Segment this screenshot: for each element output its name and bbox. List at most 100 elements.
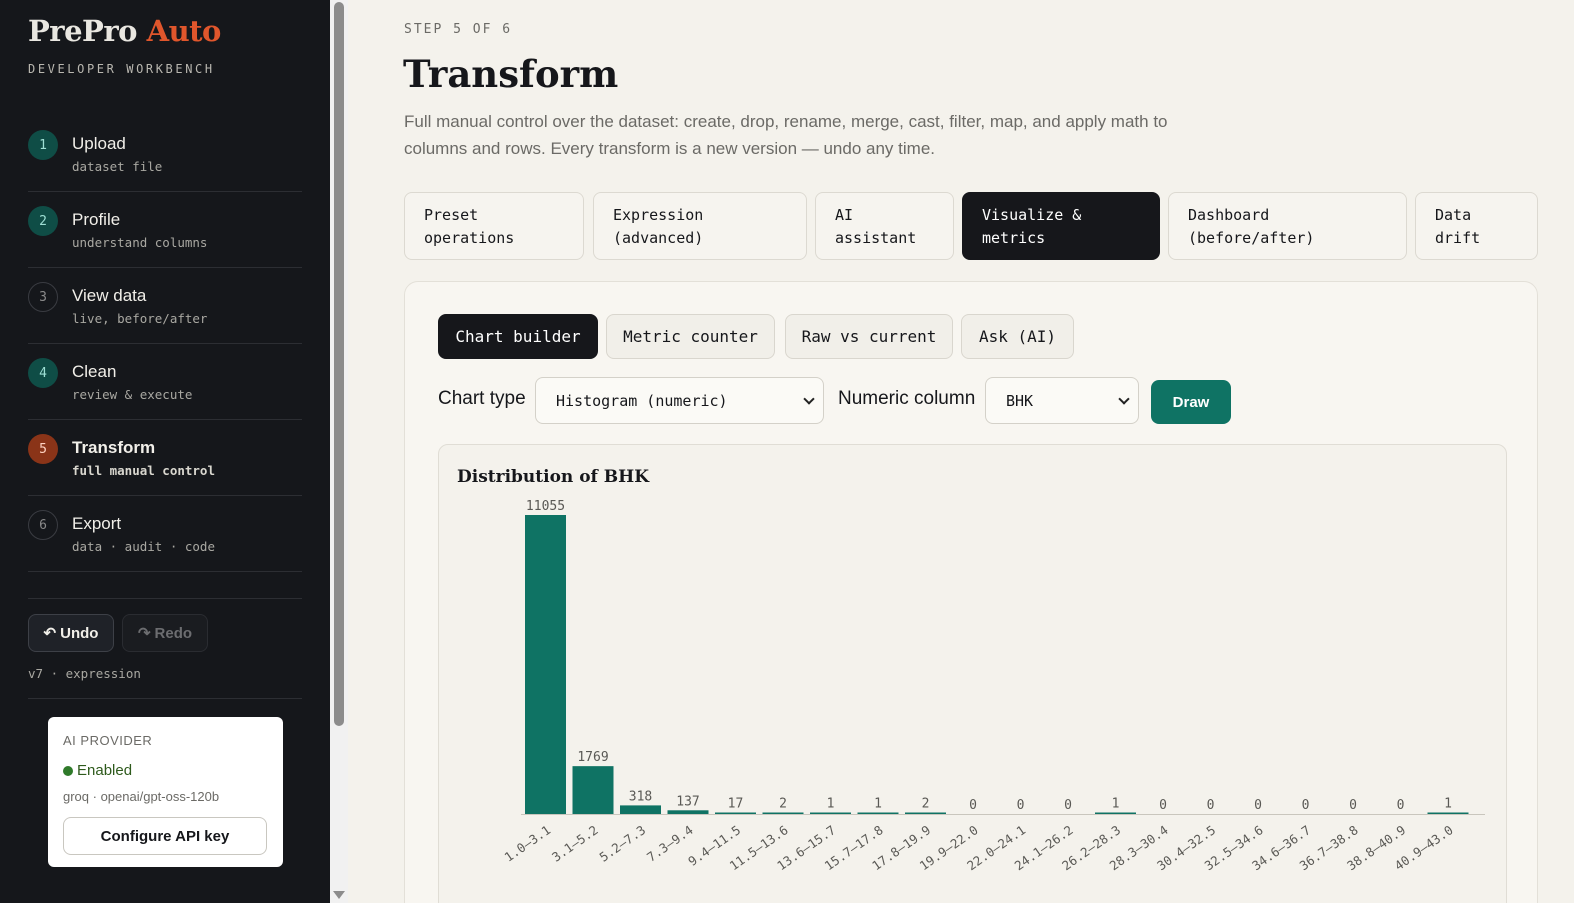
bar-value-label: 0 — [1254, 798, 1262, 813]
x-tick-label: 3.1–5.2 — [549, 822, 601, 865]
step-title: Transform — [72, 438, 156, 457]
ai-status: Enabled — [63, 762, 132, 779]
numeric-column-value: BHK — [1006, 391, 1034, 410]
histogram-bar — [905, 812, 946, 814]
page-description: Full manual control over the dataset: cr… — [404, 112, 1168, 158]
sidebar-divider — [28, 698, 302, 699]
step-transform[interactable]: 5 Transform full manual control — [28, 420, 302, 496]
chart-type-label: Chart type — [438, 388, 526, 409]
step-subtitle: data · audit · code — [72, 539, 215, 554]
step-number: 5 — [28, 434, 58, 464]
step-number: 1 — [28, 130, 58, 160]
step-title: Export — [72, 514, 122, 533]
bar-value-label: 0 — [1017, 798, 1025, 813]
step-title: Upload — [72, 134, 126, 153]
histogram-chart: Distribution of BHK 11055 1.0–3.1 1769 3.1–5… — [457, 467, 1485, 873]
step-upload[interactable]: 1 Upload dataset file — [28, 116, 302, 192]
chevron-down-icon — [1118, 393, 1130, 405]
bar-value-label: 2 — [922, 797, 930, 812]
tab-dashboard[interactable]: Dashboard (before/after) — [1168, 192, 1407, 260]
undo-button[interactable]: ↶ Undo — [28, 614, 114, 652]
histogram-bar — [1095, 812, 1136, 814]
status-dot-icon — [63, 765, 73, 776]
subtab-ask-ai[interactable]: Ask (AI) — [961, 314, 1074, 359]
sidebar-scrollbar[interactable] — [330, 0, 348, 903]
subtab-raw-vs-current[interactable]: Raw vs current — [785, 314, 953, 359]
bar-value-label: 0 — [1302, 798, 1310, 813]
tab-label-line: Data — [1435, 206, 1472, 224]
histogram-bar — [1427, 812, 1469, 814]
tab-label-line: operations — [424, 229, 515, 247]
tab-label-line: (before/after) — [1188, 229, 1315, 247]
bar-value-label: 1 — [827, 797, 835, 812]
version-label: v7 · expression — [28, 666, 141, 681]
ai-provider-card: AI PROVIDER Enabled groq · openai/gpt-os… — [48, 717, 283, 867]
tab-label-line: Expression — [613, 206, 704, 224]
chart-type-value: Histogram (numeric) — [556, 391, 728, 410]
bar-value-label: 11055 — [526, 499, 565, 514]
step-subtitle: full manual control — [72, 463, 215, 478]
step-profile[interactable]: 2 Profile understand columns — [28, 192, 302, 268]
chart-title: Distribution of BHK — [457, 467, 650, 487]
tab-label-line: Visualize & — [982, 206, 1082, 224]
brand-logo: PrePro Auto — [28, 14, 221, 48]
ai-provider-label: AI PROVIDER — [63, 733, 153, 748]
histogram-bar — [572, 766, 614, 814]
step-number: 3 — [28, 282, 58, 312]
draw-button[interactable]: Draw — [1151, 380, 1231, 424]
subtab-metric-counter[interactable]: Metric counter — [606, 314, 775, 359]
redo-label: Redo — [154, 624, 193, 642]
bar-value-label: 1769 — [577, 750, 608, 765]
page-title: Transform — [403, 52, 619, 96]
tab-data-drift[interactable]: Data drift — [1415, 192, 1538, 260]
histogram-bar — [810, 812, 851, 814]
bar-value-label: 1 — [874, 797, 882, 812]
scroll-down-arrow-icon[interactable] — [333, 891, 345, 899]
bar-value-label: 2 — [779, 797, 787, 812]
chevron-down-icon — [803, 393, 815, 405]
step-title: View data — [72, 286, 147, 305]
bar-value-label: 0 — [1397, 798, 1405, 813]
step-list: 1 Upload dataset file 2 Profile understa… — [28, 116, 302, 572]
x-tick-label: 5.2–7.3 — [596, 822, 648, 865]
redo-button[interactable]: ↷ Redo — [122, 614, 208, 652]
tab-expression[interactable]: Expression (advanced) — [593, 192, 807, 260]
bar-value-label: 0 — [969, 798, 977, 813]
step-number: 2 — [28, 206, 58, 236]
configure-api-key-button[interactable]: Configure API key — [63, 817, 267, 855]
step-subtitle: dataset file — [72, 159, 163, 174]
bar-value-label: 17 — [728, 797, 744, 812]
step-title: Clean — [72, 362, 117, 381]
histogram-bar — [715, 812, 756, 814]
ai-status-text: Enabled — [77, 762, 133, 779]
tab-label-line: Dashboard — [1188, 206, 1270, 224]
tab-label-line: drift — [1435, 229, 1481, 247]
tab-preset-operations[interactable]: Preset operations — [404, 192, 584, 260]
bar-value-label: 0 — [1207, 798, 1215, 813]
tab-label-line: metrics — [982, 229, 1046, 247]
brand-accent: Auto — [146, 14, 222, 48]
numeric-column-label: Numeric column — [838, 388, 976, 409]
redo-icon: ↷ — [137, 625, 151, 642]
subtab-chart-builder[interactable]: Chart builder — [438, 314, 598, 359]
histogram-bar — [857, 812, 899, 814]
chart-container: Distribution of BHK 11055 1.0–3.1 1769 3.1–5… — [438, 444, 1507, 903]
bar-value-label: 0 — [1064, 798, 1072, 813]
tab-ai-assistant[interactable]: AI assistant — [815, 192, 954, 260]
numeric-column-select[interactable]: BHK — [985, 377, 1139, 424]
tab-label-line: (advanced) — [613, 229, 704, 247]
histogram-bar — [762, 812, 804, 814]
undo-label: Undo — [60, 624, 99, 642]
undo-icon: ↶ — [43, 625, 57, 642]
step-export[interactable]: 6 Export data · audit · code — [28, 496, 302, 572]
step-subtitle: live, before/after — [72, 311, 208, 326]
step-title: Profile — [72, 210, 121, 229]
tab-visualize-metrics[interactable]: Visualize & metrics — [962, 192, 1160, 260]
scrollbar-thumb[interactable] — [334, 2, 344, 726]
step-view-data[interactable]: 3 View data live, before/after — [28, 268, 302, 344]
sidebar-divider — [28, 598, 302, 599]
brand-name: PrePro — [28, 14, 137, 48]
chart-type-select[interactable]: Histogram (numeric) — [535, 377, 824, 424]
visualize-panel: Chart builder Metric counter Raw vs curr… — [404, 281, 1538, 903]
step-clean[interactable]: 4 Clean review & execute — [28, 344, 302, 420]
